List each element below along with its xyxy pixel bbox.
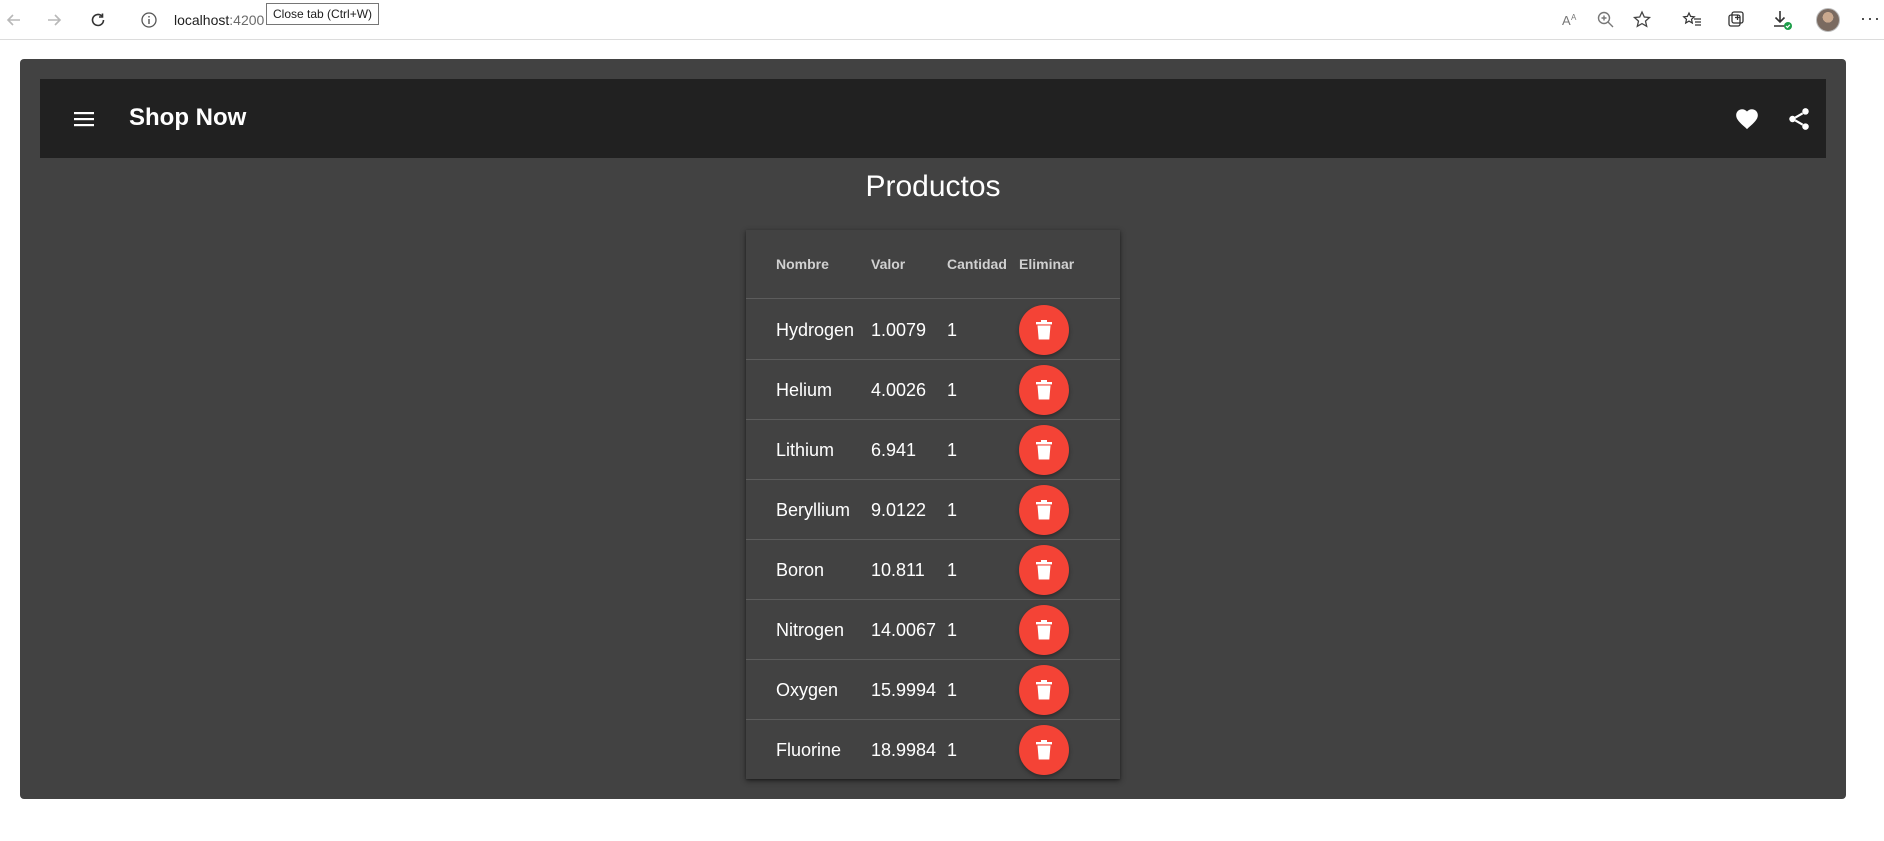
profile-avatar[interactable] — [1816, 8, 1840, 32]
arrow-right-icon — [48, 14, 62, 26]
header-eliminar[interactable]: Eliminar — [1019, 256, 1074, 272]
cell-nombre: Hydrogen — [776, 320, 855, 340]
trash-icon — [1036, 320, 1052, 340]
trash-icon — [1036, 380, 1052, 400]
browser-toolbar: localhost:4200 Close tab (Ctrl+W) AA ··· — [0, 0, 1884, 40]
arrow-left-icon — [6, 14, 20, 26]
back-button[interactable] — [0, 6, 28, 34]
table-row: Lithium 6.941 1 — [746, 420, 1120, 480]
cell-valor: 6.941 — [871, 440, 917, 460]
cell-valor: 14.0067 — [871, 620, 937, 640]
downloads-icon[interactable] — [1770, 8, 1794, 32]
delete-button[interactable] — [1019, 725, 1069, 775]
header-nombre[interactable]: Nombre — [776, 256, 829, 272]
trash-icon — [1036, 440, 1052, 460]
delete-button[interactable] — [1019, 605, 1069, 655]
delete-button[interactable] — [1019, 665, 1069, 715]
reload-icon — [91, 13, 105, 27]
trash-icon — [1036, 500, 1052, 520]
cell-nombre: Nitrogen — [776, 620, 845, 640]
cell-valor: 4.0026 — [871, 380, 927, 400]
close-tab-tooltip: Close tab (Ctrl+W) — [266, 3, 380, 25]
cell-cantidad: 1 — [947, 620, 958, 640]
delete-button[interactable] — [1019, 485, 1069, 535]
trash-icon — [1036, 680, 1052, 700]
trash-icon — [1036, 560, 1052, 580]
cell-valor: 1.0079 — [871, 320, 927, 340]
table-row: Hydrogen 1.0079 1 — [746, 300, 1120, 360]
url-text[interactable]: localhost:4200 — [174, 12, 264, 28]
add-favorite-icon[interactable] — [1630, 8, 1654, 32]
cell-cantidad: 1 — [947, 740, 958, 760]
table-row: Oxygen 15.9994 1 — [746, 660, 1120, 720]
app-toolbar: Shop Now — [40, 79, 1826, 158]
cell-nombre: Lithium — [776, 440, 835, 460]
cell-nombre: Beryllium — [776, 500, 851, 520]
url-port: :4200 — [229, 12, 265, 28]
cell-nombre: Fluorine — [776, 740, 842, 760]
delete-button[interactable] — [1019, 305, 1069, 355]
zoom-icon[interactable] — [1594, 8, 1618, 32]
svg-text:A: A — [1571, 13, 1577, 22]
table-row: Beryllium 9.0122 1 — [746, 480, 1120, 540]
svg-text:A: A — [1562, 13, 1571, 28]
heart-icon[interactable] — [1734, 106, 1760, 132]
page-title: Productos — [865, 170, 1001, 203]
table-row: Nitrogen 14.0067 1 — [746, 600, 1120, 660]
cell-cantidad: 1 — [947, 440, 958, 460]
delete-button[interactable] — [1019, 365, 1069, 415]
menu-icon[interactable] — [72, 107, 96, 131]
table-header: Nombre Valor Cantidad Eliminar — [746, 230, 1120, 299]
cell-cantidad: 1 — [947, 560, 958, 580]
table-row: Boron 10.811 1 — [746, 540, 1120, 600]
trash-icon — [1036, 620, 1052, 640]
cell-nombre: Boron — [776, 560, 825, 580]
delete-button[interactable] — [1019, 425, 1069, 475]
more-options-icon[interactable]: ··· — [1860, 8, 1881, 29]
cell-valor: 18.9984 — [871, 740, 937, 760]
cell-cantidad: 1 — [947, 680, 958, 700]
url-host: localhost — [174, 12, 230, 28]
cell-nombre: Oxygen — [776, 680, 839, 700]
table-row: Helium 4.0026 1 — [746, 360, 1120, 420]
app-container: Shop Now Productos Nombre Valor Cantidad… — [20, 59, 1846, 799]
favorites-icon[interactable] — [1680, 8, 1704, 32]
cell-cantidad: 1 — [947, 320, 958, 340]
delete-button[interactable] — [1019, 545, 1069, 595]
collections-icon[interactable] — [1724, 8, 1748, 32]
cell-valor: 9.0122 — [871, 500, 927, 520]
cell-cantidad: 1 — [947, 380, 958, 400]
share-icon[interactable] — [1786, 106, 1812, 132]
cell-nombre: Helium — [776, 380, 833, 400]
cell-valor: 15.9994 — [871, 680, 937, 700]
products-table: Nombre Valor Cantidad Eliminar Hydrogen 1… — [746, 230, 1120, 779]
app-title: Shop Now — [129, 104, 247, 131]
info-icon[interactable] — [140, 11, 158, 29]
table-row: Fluorine 18.9984 1 — [746, 720, 1120, 780]
cell-valor: 10.811 — [871, 560, 925, 580]
reload-button[interactable] — [84, 6, 112, 34]
trash-icon — [1036, 740, 1052, 760]
forward-button[interactable] — [40, 6, 68, 34]
cell-cantidad: 1 — [947, 500, 958, 520]
header-cantidad[interactable]: Cantidad — [947, 256, 1007, 272]
header-valor[interactable]: Valor — [871, 256, 905, 272]
read-aloud-icon[interactable]: AA — [1558, 8, 1582, 32]
